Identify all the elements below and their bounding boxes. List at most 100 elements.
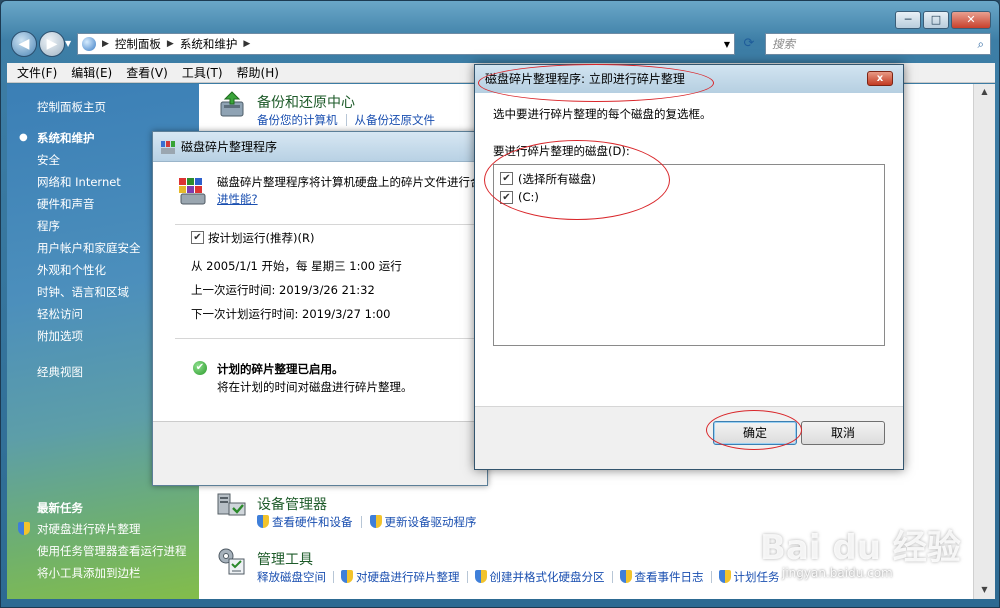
nav-additional-options[interactable]: 附加选项	[37, 328, 83, 344]
last-run-time: 上一次运行时间: 2019/3/26 21:32	[191, 283, 375, 297]
admin-tools-links: 释放磁盘空间 对硬盘进行碎片整理 创建并格式化硬盘分区 查看事件日志 计划任务	[257, 569, 780, 585]
search-input[interactable]: 搜索 ⌕	[765, 33, 991, 55]
minimize-button[interactable]: ─	[895, 11, 921, 29]
event-log-link[interactable]: 查看事件日志	[619, 569, 704, 585]
recent-tasks-heading: 最新任务	[37, 501, 83, 515]
link-divider	[333, 571, 334, 583]
address-bar[interactable]: ▶ 控制面板 ▶ 系统和维护 ▶ ▼	[77, 33, 735, 55]
nav-network-internet[interactable]: 网络和 Internet	[37, 174, 121, 190]
recent-pages-chevron-icon[interactable]: ▼	[65, 39, 71, 48]
backup-computer-link[interactable]: 备份您的计算机	[257, 112, 338, 128]
breadcrumb-separator-icon: ▶	[102, 39, 109, 49]
nav-ease-of-access[interactable]: 轻松访问	[37, 306, 83, 322]
schedule-description: 从 2005/1/1 开始，每 星期三 1:00 运行	[191, 259, 402, 273]
dialog-title: 磁盘碎片整理程序: 立即进行碎片整理	[485, 72, 685, 86]
nav-programs[interactable]: 程序	[37, 218, 60, 234]
disk-checkbox-all[interactable]: ✔	[500, 172, 513, 185]
view-hardware-label: 查看硬件和设备	[272, 515, 353, 529]
cancel-button[interactable]: 取消	[801, 421, 885, 445]
search-icon[interactable]: ⌕	[978, 34, 984, 54]
recent-task-defrag[interactable]: 对硬盘进行碎片整理	[37, 521, 141, 537]
vertical-scrollbar[interactable]: ▲ ▼	[973, 84, 995, 599]
baidu-watermark-url: jingyan.baidu.com	[782, 566, 893, 580]
format-partition-link[interactable]: 创建并格式化硬盘分区	[474, 569, 605, 585]
defrag-link[interactable]: 对硬盘进行碎片整理	[341, 569, 460, 585]
link-divider	[466, 571, 468, 583]
recent-task-gadgets[interactable]: 将小工具添加到边栏	[37, 565, 141, 581]
breadcrumb-control-panel[interactable]: 控制面板	[115, 36, 161, 52]
nav-user-accounts[interactable]: 用户帐户和家庭安全	[37, 240, 141, 256]
scroll-up-icon[interactable]: ▲	[974, 84, 995, 100]
current-category-bullet-icon: ●	[19, 132, 28, 143]
disk-label-c: (C:)	[518, 190, 539, 204]
nav-classic-view[interactable]: 经典视图	[37, 364, 83, 380]
defrag-label: 对硬盘进行碎片整理	[356, 570, 460, 584]
menu-help[interactable]: 帮助(H)	[237, 64, 279, 81]
menu-file[interactable]: 文件(F)	[17, 64, 57, 81]
maximize-button[interactable]: □	[923, 11, 949, 29]
device-manager-title[interactable]: 设备管理器	[257, 494, 327, 514]
disk-checkbox-c[interactable]: ✔	[500, 191, 513, 204]
address-dropdown-icon[interactable]: ▼	[724, 40, 730, 49]
restore-files-link[interactable]: 从备份还原文件	[355, 112, 436, 128]
nav-appearance[interactable]: 外观和个性化	[37, 262, 106, 278]
dialog-close-button[interactable]: x	[867, 71, 893, 86]
back-button[interactable]: ◀	[11, 31, 37, 57]
nav-hardware-sound[interactable]: 硬件和声音	[37, 196, 95, 212]
next-run-time: 下一次计划运行时间: 2019/3/27 1:00	[191, 307, 391, 321]
defrag-large-icon	[177, 176, 207, 206]
link-divider	[360, 516, 362, 528]
close-button[interactable]: ✕	[951, 11, 991, 29]
backup-restore-title[interactable]: 备份和还原中心	[257, 92, 355, 112]
menu-view[interactable]: 查看(V)	[126, 64, 168, 81]
menu-tools[interactable]: 工具(T)	[182, 64, 223, 81]
update-drivers-link[interactable]: 更新设备驱动程序	[369, 514, 477, 530]
link-divider	[611, 571, 613, 583]
status-title: 计划的碎片整理已启用。	[217, 362, 344, 376]
event-log-label: 查看事件日志	[634, 570, 704, 584]
defrag-divider	[175, 338, 487, 339]
shield-icon	[257, 515, 269, 528]
defrag-divider	[175, 224, 487, 225]
menu-edit[interactable]: 编辑(E)	[71, 64, 112, 81]
breadcrumb-separator-icon: ▶	[243, 39, 251, 49]
shield-icon	[718, 570, 731, 583]
admin-tools-title[interactable]: 管理工具	[257, 549, 313, 569]
dialog-titlebar[interactable]: 磁盘碎片整理程序: 立即进行碎片整理	[475, 65, 903, 93]
forward-button[interactable]: ▶	[39, 31, 65, 57]
defrag-description-link[interactable]: 进性能?	[217, 191, 258, 207]
nav-system-maintenance[interactable]: 系统和维护	[37, 130, 95, 146]
nav-security[interactable]: 安全	[37, 152, 60, 168]
format-partition-label: 创建并格式化硬盘分区	[489, 570, 605, 584]
status-ok-icon: ✔	[193, 361, 207, 375]
ok-button[interactable]: 确定	[713, 421, 797, 445]
admin-tools-icon	[215, 545, 247, 577]
scroll-down-icon[interactable]: ▼	[974, 582, 995, 598]
control-panel-icon	[82, 37, 96, 51]
caption-buttons: ─ □ ✕	[895, 11, 991, 29]
defrag-app-icon	[161, 141, 175, 154]
defrag-titlebar[interactable]: 磁盘碎片整理程序	[153, 132, 487, 162]
disk-list[interactable]: ✔ (选择所有磁盘) ✔ (C:)	[493, 164, 885, 346]
nav-clock-language[interactable]: 时钟、语言和区域	[37, 284, 129, 300]
schedule-checkbox[interactable]: ✔	[191, 231, 204, 244]
disks-label: 要进行碎片整理的磁盘(D):	[493, 144, 630, 158]
defrag-footer	[153, 421, 487, 485]
recent-task-task-manager[interactable]: 使用任务管理器查看运行进程	[37, 543, 187, 559]
defrag-now-dialog: 磁盘碎片整理程序: 立即进行碎片整理 x 选中要进行碎片整理的每个磁盘的复选框。…	[474, 64, 904, 470]
status-description: 将在计划的时间对磁盘进行碎片整理。	[217, 380, 413, 394]
backup-links: 备份您的计算机 从备份还原文件	[257, 112, 435, 128]
disk-cleanup-link[interactable]: 释放磁盘空间	[257, 569, 326, 585]
refresh-icon[interactable]: ⟳	[739, 34, 759, 54]
task-scheduler-link[interactable]: 计划任务	[718, 569, 780, 585]
defrag-window: 磁盘碎片整理程序 磁盘碎片整理程序将计算机硬盘上的碎片文件进行合 进性能? ✔ …	[152, 131, 488, 486]
view-hardware-link[interactable]: 查看硬件和设备	[257, 514, 353, 530]
shield-icon	[341, 570, 353, 583]
defrag-description: 磁盘碎片整理程序将计算机硬盘上的碎片文件进行合	[217, 175, 482, 189]
backup-restore-icon	[217, 90, 247, 120]
device-manager-icon	[215, 490, 247, 522]
breadcrumb-system-maintenance[interactable]: 系统和维护	[180, 36, 238, 52]
nav-control-panel-home[interactable]: 控制面板主页	[37, 99, 106, 115]
defrag-title: 磁盘碎片整理程序	[181, 140, 278, 154]
shield-icon	[369, 515, 382, 528]
